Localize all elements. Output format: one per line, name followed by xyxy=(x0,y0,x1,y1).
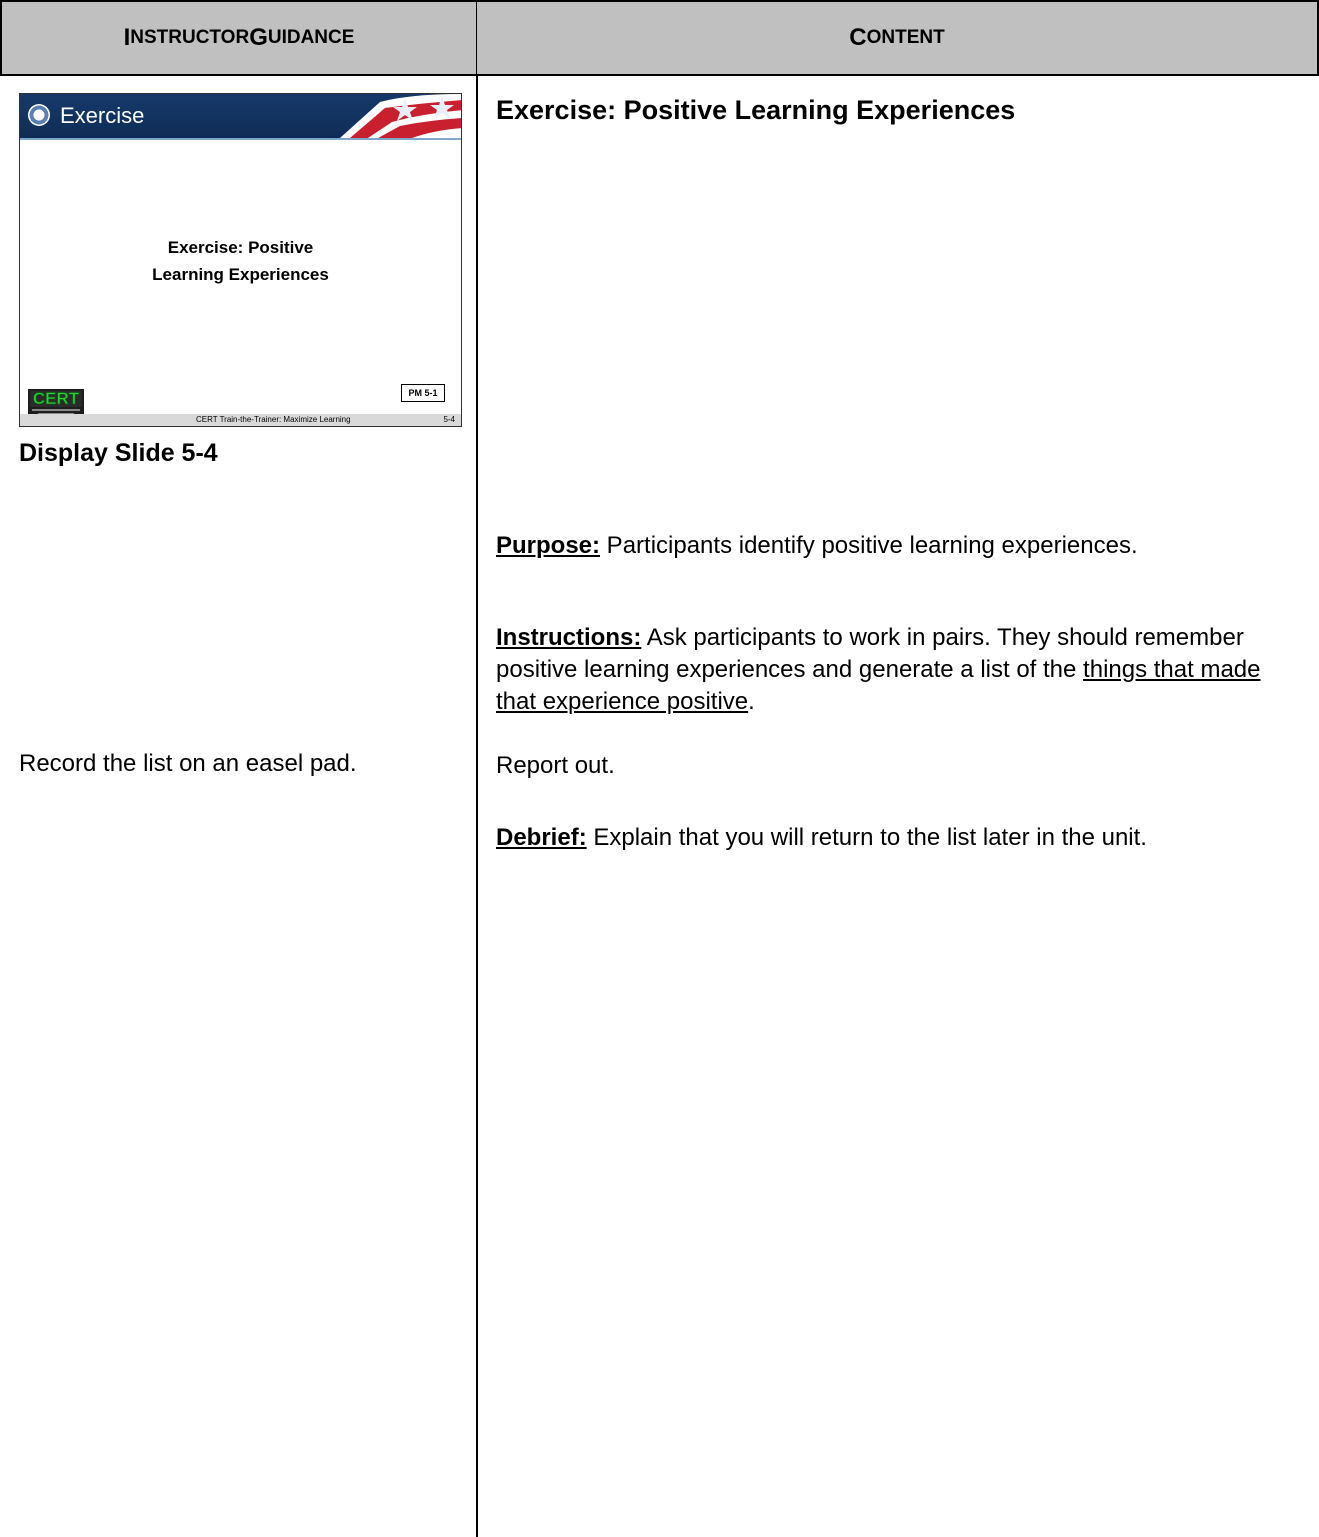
pm-reference-badge: PM 5-1 xyxy=(401,384,445,402)
display-slide-label: Display Slide 5-4 xyxy=(19,439,218,467)
header-left-cap2: G xyxy=(249,24,268,51)
cert-logo-icon: CERT xyxy=(28,389,84,417)
flag-graphic xyxy=(340,94,461,138)
report-out: Report out. xyxy=(496,752,615,779)
slide-page-number: 5-4 xyxy=(443,415,455,424)
header-right-cap: C xyxy=(849,24,867,51)
debrief-label: Debrief: xyxy=(496,824,587,851)
slide-thumbnail: Exercise Exercise: Positive Learning Exp… xyxy=(19,93,462,427)
instructions-end: . xyxy=(748,688,755,715)
purpose-text: Participants identify positive learning … xyxy=(600,532,1138,559)
header-left-rest2: UIDANCE xyxy=(267,27,355,48)
slide-center-line1: Exercise: Positive xyxy=(167,238,314,257)
header-content: C ONTENT xyxy=(476,0,1319,76)
header-left-cap: I xyxy=(123,24,131,51)
slide-bar-title: Exercise xyxy=(60,103,145,128)
slide-center-line2: Learning Experiences xyxy=(152,265,329,284)
record-instruction: Record the list on an easel pad. xyxy=(19,750,357,777)
instructions-text: Instructions: Ask participants to work i… xyxy=(496,622,1301,718)
column-divider xyxy=(476,76,478,1537)
header-instructor-guidance: I NSTRUCTOR G UIDANCE xyxy=(0,0,478,76)
instructions-label: Instructions: xyxy=(496,624,642,651)
header-right-rest: ONTENT xyxy=(866,27,945,48)
slide-center-title: Exercise: Positive Learning Experiences xyxy=(20,234,461,288)
slide-footer: CERT Train-the-Trainer: Maximize Learnin… xyxy=(20,414,461,426)
svg-text:CERT: CERT xyxy=(33,389,80,408)
dhs-seal-icon xyxy=(28,104,50,126)
slide-title-underline xyxy=(20,138,461,140)
exercise-title: Exercise: Positive Learning Experiences xyxy=(496,95,1016,125)
header-left-rest: NSTRUCTOR xyxy=(130,27,250,48)
purpose-label: Purpose: xyxy=(496,532,601,559)
purpose-paragraph: Purpose: Participants identify positive … xyxy=(496,530,1301,562)
debrief-paragraph: Debrief: Explain that you will return to… xyxy=(496,822,1301,854)
slide-footer-text: CERT Train-the-Trainer: Maximize Learnin… xyxy=(196,415,351,424)
debrief-text: Explain that you will return to the list… xyxy=(586,824,1147,851)
